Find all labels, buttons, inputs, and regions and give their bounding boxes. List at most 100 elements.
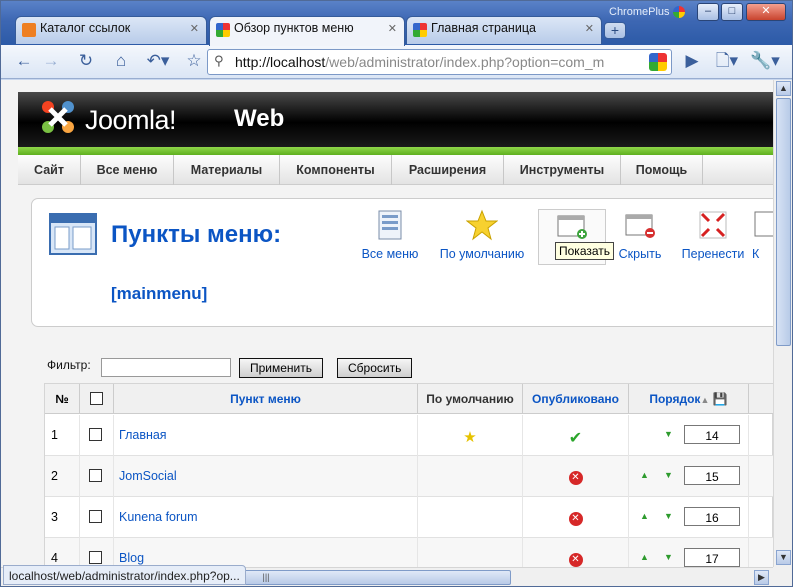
move-down-icon[interactable]: ▼ xyxy=(664,429,673,439)
menu-extensions[interactable]: Расширения xyxy=(392,155,504,185)
close-window-button[interactable]: ✕ xyxy=(746,3,786,21)
move-down-icon[interactable]: ▼ xyxy=(664,470,673,480)
wrench-menu-icon[interactable]: 🔧▾ xyxy=(749,50,781,74)
menu-item-link[interactable]: Главная xyxy=(114,415,418,456)
row-select[interactable] xyxy=(80,538,114,567)
move-down-icon[interactable]: ▼ xyxy=(664,552,673,562)
row-select[interactable] xyxy=(80,456,114,497)
bookmark-star-icon[interactable]: ☆ xyxy=(181,50,207,74)
move-up-icon[interactable]: ▲ xyxy=(640,552,649,562)
scroll-up-icon[interactable]: ▲ xyxy=(776,81,791,96)
save-order-icon[interactable]: 💾 xyxy=(713,392,728,406)
published-check-icon[interactable]: ✔ xyxy=(569,430,582,447)
row-published[interactable]: ✔ xyxy=(523,415,629,456)
reset-filter-button[interactable]: Сбросить xyxy=(337,358,413,378)
default-star-icon: ★ xyxy=(463,429,477,446)
new-tab-button[interactable]: + xyxy=(604,22,626,39)
row-published[interactable]: ✕ xyxy=(523,538,629,567)
browser-toolbar: ← → ↻ ⌂ ↶▾ ☆ ⚲ http://localhost/web/admi… xyxy=(1,45,792,79)
tab-links-catalog[interactable]: Каталог ссылок ✕ xyxy=(15,16,207,44)
toolbar-label: Скрыть xyxy=(618,247,662,261)
go-icon[interactable]: ▶ xyxy=(679,50,705,74)
table-row: 3 Kunena forum ✕ ▲ ▼ xyxy=(45,497,773,538)
address-bar[interactable]: ⚲ http://localhost/web/administrator/ind… xyxy=(207,49,672,75)
filter-input[interactable] xyxy=(101,358,231,377)
vertical-scrollbar[interactable]: ▲ ▼ xyxy=(773,80,792,567)
home-icon[interactable]: ⌂ xyxy=(108,50,134,74)
row-published[interactable]: ✕ xyxy=(523,497,629,538)
scroll-right-icon[interactable]: ▶ xyxy=(754,570,769,585)
col-published[interactable]: Опубликовано xyxy=(523,384,629,414)
menu-help[interactable]: Помощь xyxy=(621,155,703,185)
toolbar-all-menus-button[interactable]: Все меню xyxy=(345,209,435,265)
unpublished-x-icon[interactable]: ✕ xyxy=(568,471,583,485)
browser-brand: ChromePlus xyxy=(609,6,670,18)
joomla-favicon-icon xyxy=(413,23,427,37)
move-down-icon[interactable]: ▼ xyxy=(664,511,673,521)
row-number: 1 xyxy=(45,415,80,456)
col-select-all[interactable] xyxy=(80,384,114,414)
unpublished-x-icon[interactable]: ✕ xyxy=(568,512,583,526)
row-default xyxy=(418,538,523,567)
apply-filter-button[interactable]: Применить xyxy=(239,358,324,378)
page-viewport: Joomla! Web Сайт Все меню Материалы Комп… xyxy=(1,80,773,567)
row-checkbox[interactable] xyxy=(89,551,102,564)
table-header: № Пункт меню По умолчанию Опубликовано П… xyxy=(45,384,773,414)
row-checkbox[interactable] xyxy=(89,428,102,441)
select-all-checkbox[interactable] xyxy=(90,392,103,405)
order-input[interactable] xyxy=(684,507,740,526)
menu-item-link[interactable]: JomSocial xyxy=(114,456,418,497)
scroll-corner xyxy=(773,567,792,586)
undo-close-tab-icon[interactable]: ↶▾ xyxy=(143,50,173,74)
menu-item-link[interactable]: Kunena forum xyxy=(114,497,418,538)
menu-item-link[interactable]: Blog xyxy=(114,538,418,567)
back-icon[interactable]: ← xyxy=(11,50,37,74)
unpublished-x-icon[interactable]: ✕ xyxy=(568,553,583,567)
menu-site[interactable]: Сайт xyxy=(18,155,81,185)
tab-close-icon[interactable]: ✕ xyxy=(585,24,594,35)
browser-window: Каталог ссылок ✕ Обзор пунктов меню ✕ Гл… xyxy=(0,0,793,587)
vertical-scroll-thumb[interactable] xyxy=(776,98,791,346)
menu-components[interactable]: Компоненты xyxy=(280,155,392,185)
move-up-icon[interactable]: ▲ xyxy=(640,511,649,521)
menu-content[interactable]: Материалы xyxy=(174,155,280,185)
order-header-label[interactable]: Порядок xyxy=(649,392,700,406)
toolbar-label: Перенести xyxy=(681,247,745,261)
page-menu-icon[interactable]: 🗋▾ xyxy=(711,50,743,74)
toolbar-default-button[interactable]: По умолчанию xyxy=(437,209,527,265)
sort-asc-icon: ▲ xyxy=(700,395,710,405)
row-published[interactable]: ✕ xyxy=(523,456,629,497)
star-icon xyxy=(466,209,498,241)
minimize-button[interactable]: – xyxy=(697,3,719,21)
tab-close-icon[interactable]: ✕ xyxy=(388,24,397,35)
scroll-down-icon[interactable]: ▼ xyxy=(776,550,791,565)
menu-all-menus[interactable]: Все меню xyxy=(81,155,174,185)
page-action-icon[interactable] xyxy=(649,53,667,71)
row-default xyxy=(418,456,523,497)
row-select[interactable] xyxy=(80,415,114,456)
row-select[interactable] xyxy=(80,497,114,538)
menus-icon xyxy=(378,210,402,240)
tab-close-icon[interactable]: ✕ xyxy=(190,24,199,35)
menu-items-header-icon xyxy=(49,213,97,255)
tab-home-page[interactable]: Главная страница ✕ xyxy=(406,16,602,44)
filter-label: Фильтр: xyxy=(47,358,91,372)
row-checkbox[interactable] xyxy=(89,510,102,523)
col-number[interactable]: № xyxy=(45,384,80,414)
move-up-icon[interactable]: ▲ xyxy=(640,470,649,480)
forward-icon[interactable]: → xyxy=(38,50,64,74)
page-subtitle: [mainmenu] xyxy=(111,284,208,303)
tab-menu-items[interactable]: Обзор пунктов меню ✕ xyxy=(209,16,405,46)
toolbar-move-button[interactable]: Перенести xyxy=(668,209,758,265)
row-checkbox[interactable] xyxy=(89,469,102,482)
maximize-button[interactable]: □ xyxy=(721,3,743,21)
order-input[interactable] xyxy=(684,466,740,485)
col-order[interactable]: Порядок▲ 💾 xyxy=(629,384,749,414)
order-input[interactable] xyxy=(684,548,740,567)
order-input[interactable] xyxy=(684,425,740,444)
publish-icon xyxy=(557,215,587,239)
toolbar-copy-button[interactable]: К xyxy=(752,209,773,265)
reload-icon[interactable]: ↻ xyxy=(73,50,99,74)
menu-tools[interactable]: Инструменты xyxy=(504,155,621,185)
col-menu-item[interactable]: Пункт меню xyxy=(114,384,418,414)
